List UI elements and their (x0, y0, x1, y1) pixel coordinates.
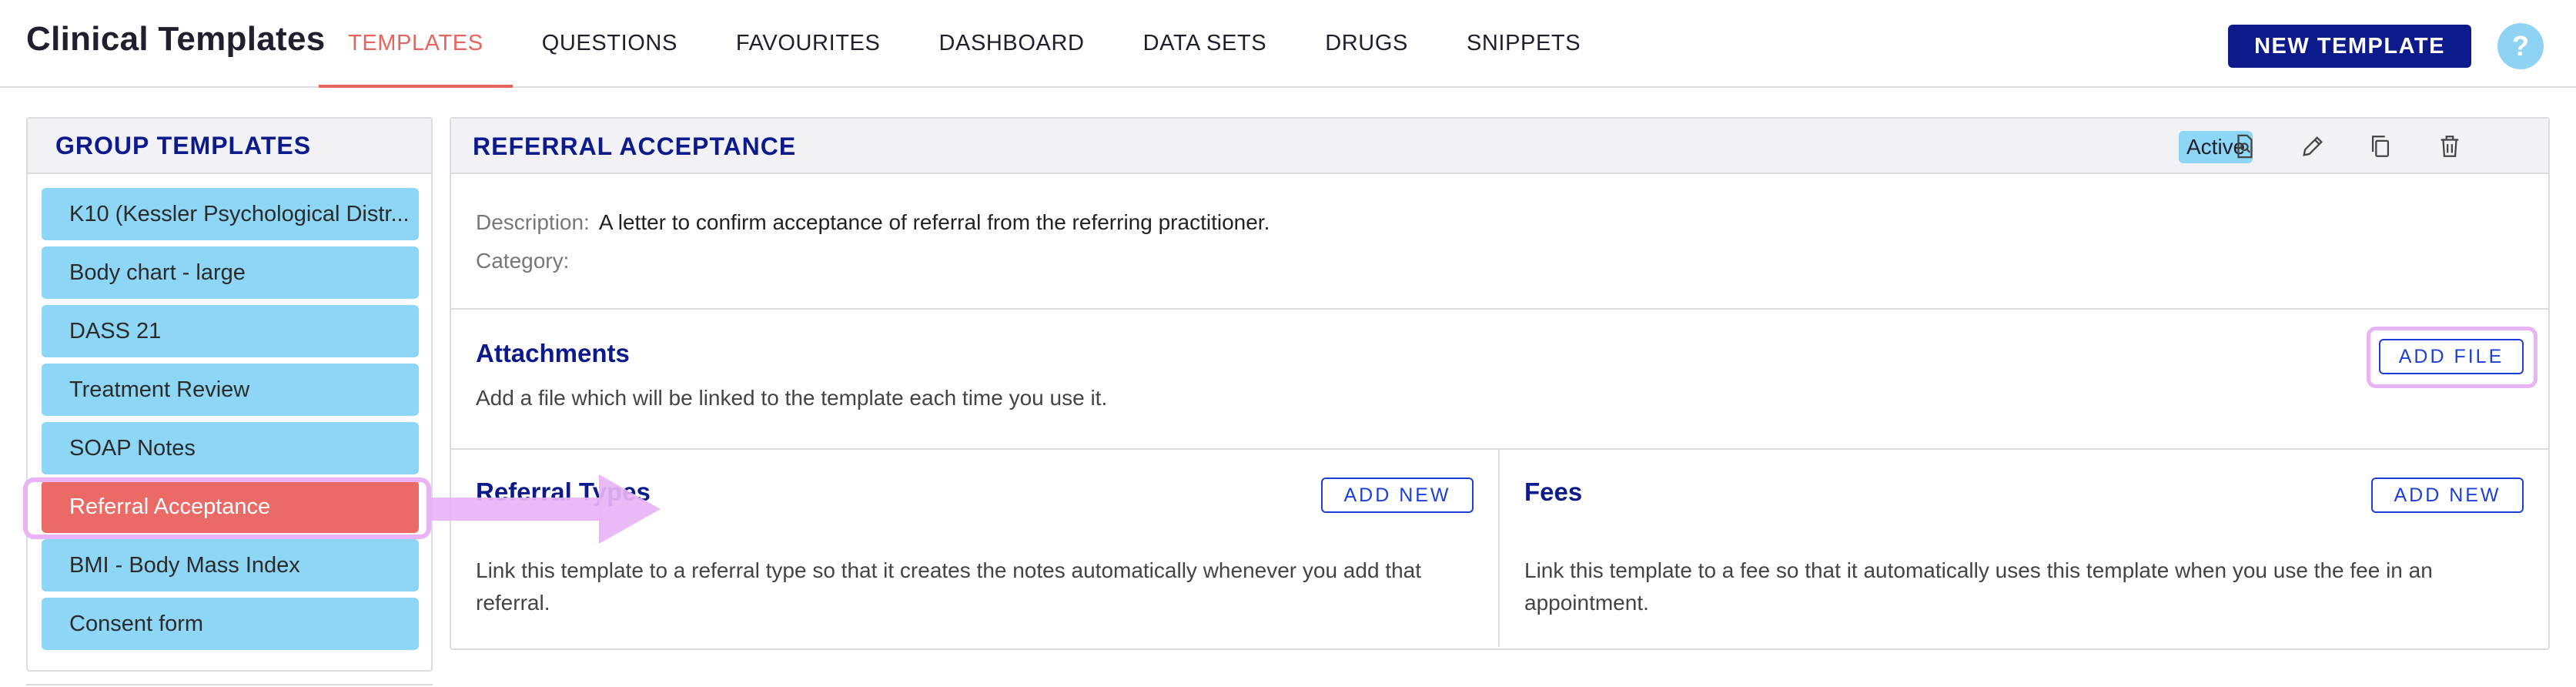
attachments-text: Add a file which will be linked to the t… (476, 386, 1108, 410)
template-item-k10[interactable]: K10 (Kessler Psychological Distr... (42, 188, 419, 240)
help-icon[interactable]: ? (2497, 23, 2544, 69)
links-section: Referral Types ADD NEW Link this templat… (451, 450, 2548, 647)
referral-types-title: Referral Types (476, 478, 651, 506)
delete-icon[interactable] (2431, 128, 2468, 165)
top-bar: Clinical Templates TEMPLATES QUESTIONS F… (0, 0, 2576, 88)
edit-icon[interactable] (2294, 128, 2331, 165)
column-divider (1498, 450, 1500, 647)
detail-header: REFERRAL ACCEPTANCE Active (451, 119, 2548, 174)
tab-dashboard[interactable]: DASHBOARD (909, 0, 1113, 86)
description-value: A letter to confirm acceptance of referr… (598, 210, 1270, 234)
add-referral-type-button[interactable]: ADD NEW (1321, 478, 1474, 513)
tab-drugs[interactable]: DRUGS (1296, 0, 1437, 86)
template-detail-panel: REFERRAL ACCEPTANCE Active Description: A… (450, 117, 2550, 650)
description-section: Description: A letter to confirm acceptan… (451, 174, 2548, 310)
template-item-soap-notes[interactable]: SOAP Notes (42, 422, 419, 474)
group-templates-title: GROUP TEMPLATES (28, 119, 431, 174)
template-item-consent-form[interactable]: Consent form (42, 598, 419, 650)
tab-templates[interactable]: TEMPLATES (319, 0, 513, 88)
template-list: K10 (Kessler Psychological Distr... Body… (28, 174, 431, 650)
app-title: Clinical Templates (26, 20, 326, 58)
template-item-dass-21[interactable]: DASS 21 (42, 305, 419, 357)
tab-questions[interactable]: QUESTIONS (513, 0, 707, 86)
detail-title: REFERRAL ACCEPTANCE (473, 132, 797, 160)
fees-title: Fees (1524, 478, 1583, 506)
new-template-button[interactable]: NEW TEMPLATE (2228, 25, 2471, 68)
template-item-treatment-review[interactable]: Treatment Review (42, 364, 419, 416)
preview-icon[interactable] (2226, 128, 2263, 165)
main-nav: TEMPLATES QUESTIONS FAVOURITES DASHBOARD… (319, 0, 1610, 88)
referral-types-text: Link this template to a referral type so… (476, 558, 1422, 615)
attachments-title: Attachments (476, 339, 630, 367)
template-item-bmi[interactable]: BMI - Body Mass Index (42, 539, 419, 591)
description-label: Description: (476, 210, 590, 234)
tab-data-sets[interactable]: DATA SETS (1114, 0, 1296, 86)
tab-snippets[interactable]: SNIPPETS (1437, 0, 1610, 86)
attachments-section: Attachments Add a file which will be lin… (451, 310, 2548, 450)
add-fee-button[interactable]: ADD NEW (2371, 478, 2524, 513)
category-row: Category: (476, 242, 2548, 280)
template-item-body-chart[interactable]: Body chart - large (42, 246, 419, 299)
description-row: Description: A letter to confirm acceptan… (476, 203, 2548, 242)
category-label: Category: (476, 249, 570, 273)
fees-text: Link this template to a fee so that it a… (1524, 558, 2433, 615)
group-templates-panel: GROUP TEMPLATES K10 (Kessler Psychologic… (26, 117, 433, 672)
divider (26, 684, 433, 685)
add-file-button[interactable]: ADD FILE (2379, 339, 2524, 374)
copy-icon[interactable] (2362, 128, 2399, 165)
template-item-referral-acceptance[interactable]: Referral Acceptance (42, 481, 419, 533)
tab-favourites[interactable]: FAVOURITES (707, 0, 910, 86)
